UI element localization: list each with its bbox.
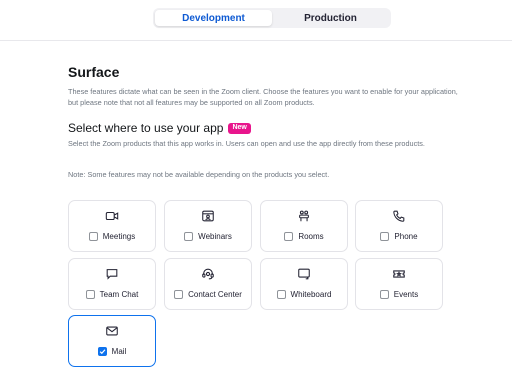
headset-icon [165,267,251,281]
tab-development[interactable]: Development [155,10,272,26]
phone-checkbox[interactable] [380,232,390,241]
events-checkbox[interactable] [379,290,389,299]
product-label: Webinars [198,232,232,241]
product-label: Events [393,290,419,299]
select-products-heading: Select where to use your app New [68,121,251,135]
product-card-meetings[interactable]: Meetings [68,200,156,252]
product-label: Rooms [298,232,324,241]
product-card-webinars[interactable]: Webinars [164,200,252,252]
whiteboard-checkbox[interactable] [276,290,286,299]
surface-description: These features dictate what can be seen … [68,87,458,107]
tab-production[interactable]: Production [272,10,389,26]
product-card-events[interactable]: Events [355,258,443,310]
product-label: Team Chat [99,290,139,299]
video-camera-icon [69,209,155,223]
product-card-contact-center[interactable]: Contact Center [164,258,252,310]
product-card-whiteboard[interactable]: Whiteboard [260,258,348,310]
contact-center-checkbox[interactable] [174,290,184,299]
whiteboard-icon [261,267,347,281]
mail-checkbox[interactable] [97,347,107,356]
meetings-checkbox[interactable] [88,232,98,241]
environment-switcher: Development Production [153,8,391,28]
webinar-icon [165,209,251,223]
product-card-phone[interactable]: Phone [355,200,443,252]
product-label: Phone [394,232,418,241]
product-card-mail[interactable]: Mail [68,315,156,367]
select-products-description: Select the Zoom products that this app w… [68,139,425,148]
product-label: Mail [111,347,127,356]
product-label: Whiteboard [290,290,332,299]
rooms-checkbox[interactable] [284,232,294,241]
webinars-checkbox[interactable] [184,232,194,241]
rooms-icon [261,209,347,223]
phone-icon [356,209,442,223]
select-products-title: Select where to use your app [68,121,224,135]
team-chat-checkbox[interactable] [85,290,95,299]
select-products-note: Note: Some features may not be available… [68,170,330,179]
mail-icon [69,324,155,338]
chat-bubble-icon [69,267,155,281]
product-label: Contact Center [188,290,242,299]
top-bar: Development Production [0,0,512,41]
checkmark-icon [99,349,106,355]
new-badge: New [228,122,251,134]
product-card-rooms[interactable]: Rooms [260,200,348,252]
surface-heading: Surface [68,64,120,80]
product-label: Meetings [102,232,136,241]
product-card-team-chat[interactable]: Team Chat [68,258,156,310]
ticket-icon [356,267,442,281]
